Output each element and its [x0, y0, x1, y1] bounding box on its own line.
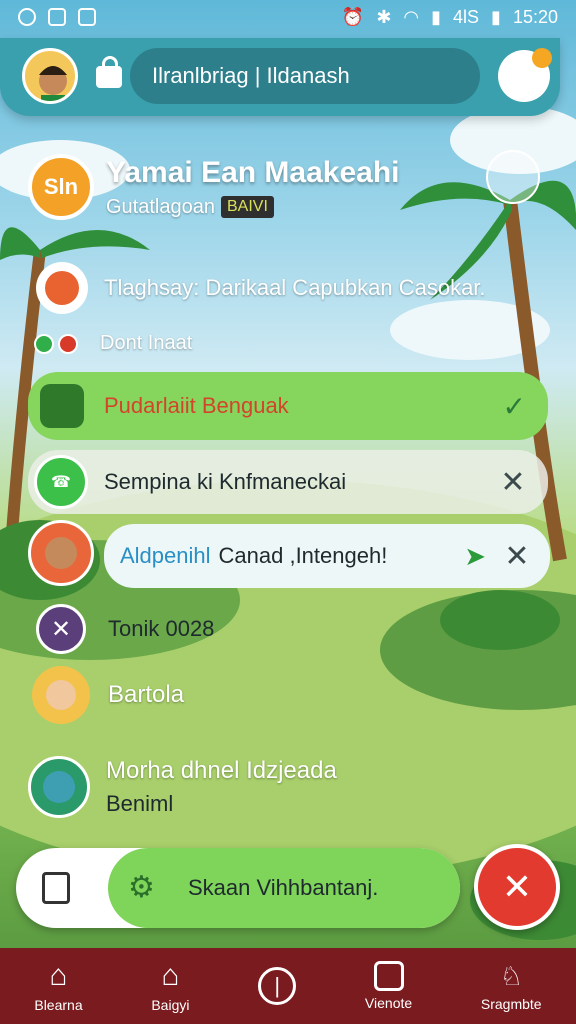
profile-avatar[interactable]: [22, 48, 78, 104]
item-text: Dont Inaat: [100, 332, 193, 354]
avatar-face-icon: [39, 66, 67, 101]
bottom-nav: ⌂ Blearna ⌂ Baigyi | Vienote ♘ Sragmbte: [0, 948, 576, 1024]
home-icon: ⌂: [161, 959, 180, 992]
heart-icon: [36, 262, 88, 314]
list-item[interactable]: Dont Inaat: [34, 332, 192, 355]
action-bar[interactable]: ⚙ Skaan Vihhbantanj.: [16, 848, 460, 928]
item-text: Sempina ki Knfmaneckai: [104, 469, 347, 494]
nav-label: Baigyi: [151, 997, 190, 1013]
check-icon[interactable]: ✓: [503, 390, 526, 423]
item-title: Morha dhnel Idzjeada: [106, 757, 337, 784]
cross-icon: ✕: [36, 604, 86, 654]
list-item[interactable]: Bartola: [32, 666, 184, 724]
person-icon: ♘: [499, 960, 523, 991]
list-avatar: Sln: [28, 154, 94, 220]
close-icon: ✕: [501, 866, 533, 907]
power-icon: |: [258, 967, 297, 1005]
nav-item-person[interactable]: ♘ Sragmbte: [481, 961, 542, 1012]
mascot-icon[interactable]: [498, 48, 552, 102]
status-left: [18, 8, 96, 26]
list-item-header[interactable]: Sln Yamai Ean Maakeahi Gutatlagoan BAIVI: [28, 154, 400, 220]
nav-item-home[interactable]: ⌂ Blearna: [34, 959, 82, 1013]
battery-icon: ▮: [491, 6, 501, 27]
fab-button[interactable]: ✕: [474, 844, 560, 930]
record-icon[interactable]: [486, 150, 540, 204]
chat-bubble-icon: [78, 8, 96, 26]
item-title: Yamai Ean Maakeahi: [106, 155, 400, 189]
network-label: 4lS: [453, 6, 480, 27]
wifi-icon: ◠: [403, 6, 420, 27]
clipboard-icon[interactable]: [42, 872, 70, 904]
message-item[interactable]: Aldpenihl Canad ,Intengeh! ➤ ✕: [104, 524, 550, 588]
status-bar: ⏰ ✱ ◠ ▮ 4lS ▮ 15:20: [0, 0, 576, 34]
item-text: Tlaghsay: Darikaal Capubkan Casokar.: [104, 275, 486, 300]
list-item[interactable]: Tlaghsay: Darikaal Capubkan Casokar.: [36, 262, 486, 314]
search-text: Ilranlbriag | Ildanash: [152, 63, 350, 88]
nav-label: Sragmbte: [480, 995, 542, 1012]
bluetooth-icon: ✱: [376, 6, 392, 27]
status-badge: BAIVI: [220, 196, 274, 218]
robot-face-icon: [40, 384, 84, 428]
item-text: Bartola: [108, 681, 185, 708]
top-bar: Ilranlbriag | Ildanash: [0, 38, 560, 116]
list-item[interactable]: Morha dhnel Idzjeada Beniml: [28, 756, 337, 818]
home-icon: ⌂: [49, 959, 68, 992]
action-label: Skaan Vihhbantanj.: [188, 875, 379, 900]
search-input[interactable]: Ilranlbriag | Ildanash: [130, 48, 480, 104]
contact-avatar[interactable]: [28, 520, 94, 586]
list-item-highlighted[interactable]: Pudarlaiit Benguak ✓: [28, 372, 548, 440]
item-text: Pudarlaiit Benguak: [104, 393, 289, 418]
nav-label: Blearna: [34, 997, 83, 1013]
location-icon: [18, 8, 36, 26]
box-icon: [373, 961, 404, 991]
list-item[interactable]: ☎ Sempina ki Knfmaneckai ✕: [28, 450, 548, 514]
nav-item-box[interactable]: Vienote: [365, 961, 412, 1011]
action-button[interactable]: ⚙ Skaan Vihhbantanj.: [108, 848, 460, 928]
nav-item-home-2[interactable]: ⌂ Baigyi: [151, 959, 189, 1013]
gear-icon: ⚙: [128, 871, 155, 904]
close-icon[interactable]: ✕: [500, 539, 534, 573]
lock-icon: [96, 56, 122, 88]
list-item[interactable]: ✕ Tonik 0028: [36, 604, 214, 654]
nav-label: Vienote: [364, 995, 413, 1011]
close-icon[interactable]: ✕: [496, 465, 530, 499]
avatar-icon: [32, 666, 90, 724]
phone-icon: ☎: [34, 455, 88, 509]
item-text: Canad ,Intengeh!: [218, 543, 388, 568]
alien-icon: [28, 756, 90, 818]
send-icon[interactable]: ➤: [464, 541, 486, 572]
nav-item-power[interactable]: |: [258, 967, 297, 1005]
item-highlight: Aldpenihl: [120, 543, 211, 568]
red-dot: [58, 333, 78, 354]
item-subtitle: Beniml: [106, 791, 174, 816]
item-text: Tonik 0028: [108, 616, 215, 641]
alarm-icon: ⏰: [341, 6, 365, 27]
status-right: ⏰ ✱ ◠ ▮ 4lS ▮ 15:20: [342, 7, 558, 28]
green-dot: [34, 333, 54, 354]
gallery-icon: [48, 8, 66, 26]
clock: 15:20: [512, 6, 558, 27]
signal-icon: ▮: [431, 6, 442, 27]
item-subtitle: Gutatlagoan: [106, 195, 215, 218]
